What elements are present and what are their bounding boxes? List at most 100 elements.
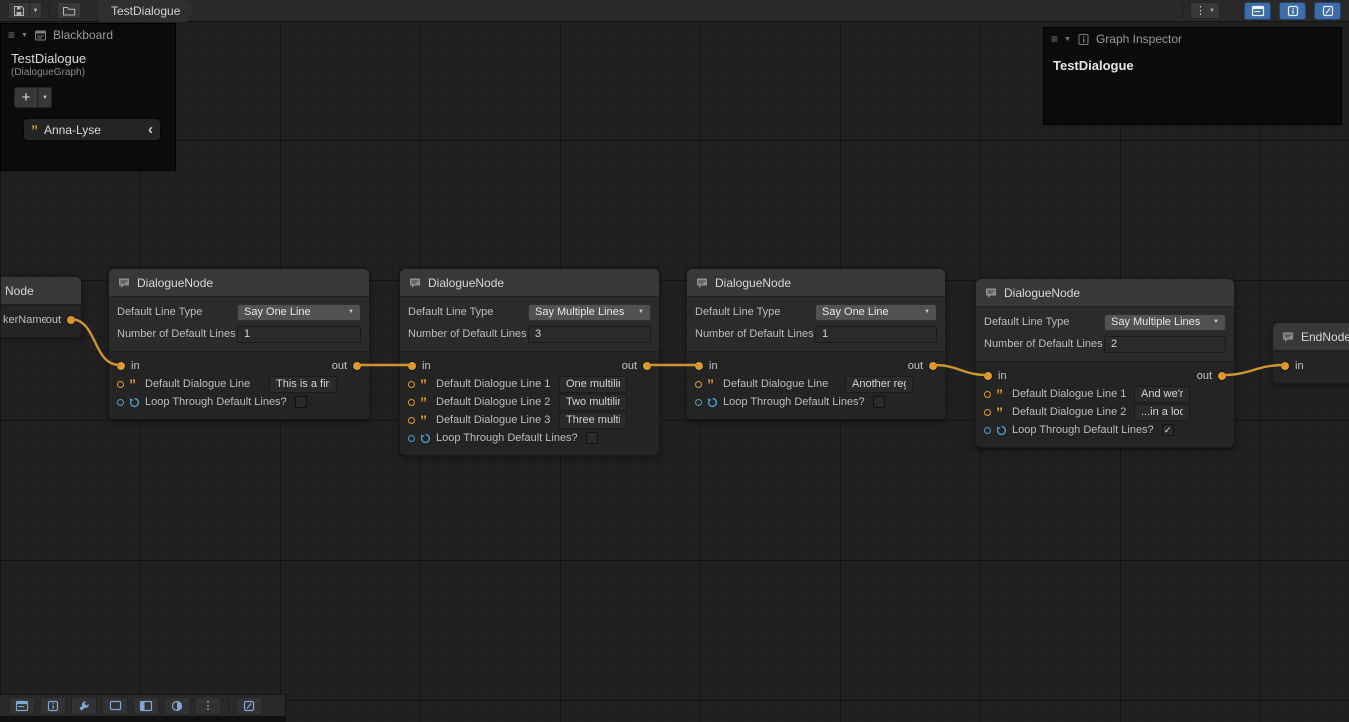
in-port-dot[interactable] (408, 362, 416, 370)
dialogue-line-field[interactable]: This is a first (269, 376, 337, 393)
start-node-partial[interactable]: Node kerName out (0, 276, 82, 338)
loop-checkbox[interactable] (873, 396, 885, 408)
panel-button[interactable] (133, 697, 159, 715)
dialogue-line-field[interactable]: Two multiline (559, 394, 627, 411)
loop-icon (420, 433, 431, 444)
out-port-dot[interactable] (353, 362, 361, 370)
line-type-dropdown[interactable]: Say Multiple Lines ▼ (1104, 314, 1226, 331)
in-port[interactable]: in (408, 360, 431, 372)
out-port-dot[interactable] (929, 362, 937, 370)
out-port[interactable]: out (908, 360, 937, 372)
more-tools-button[interactable]: ⋮ (195, 697, 221, 715)
inspector-tool-button[interactable] (40, 697, 66, 715)
out-port-label: out (332, 360, 347, 372)
preview-button[interactable] (164, 697, 190, 715)
count-field[interactable]: 1 (815, 326, 937, 343)
in-port[interactable]: in (1281, 360, 1304, 372)
count-field[interactable]: 3 (528, 326, 651, 343)
line-type-value: Say Multiple Lines (1111, 316, 1209, 328)
collapse-icon[interactable]: ▼ (21, 32, 28, 39)
node-properties: Default Line Type Say Multiple Lines ▼ N… (400, 297, 659, 351)
toggle-inspector-button[interactable] (1279, 2, 1306, 20)
out-port[interactable]: out (1197, 370, 1226, 382)
save-dropdown-button[interactable]: ▼ (29, 2, 42, 19)
dialogue-node-2[interactable]: DialogueNode Default Line Type Say Multi… (399, 268, 660, 456)
count-field[interactable]: 1 (237, 326, 361, 343)
out-port[interactable]: out (46, 314, 75, 326)
loop-port-dot[interactable] (695, 399, 702, 406)
count-value: 1 (822, 328, 828, 340)
loop-checkbox[interactable] (295, 396, 307, 408)
dialogue-node-1[interactable]: DialogueNode Default Line Type Say One L… (108, 268, 370, 420)
line-port-dot[interactable] (984, 391, 991, 398)
blackboard-field[interactable]: ” Anna-Lyse ‹ (23, 118, 161, 141)
out-port-dot[interactable] (643, 362, 651, 370)
line-type-label: Default Line Type (984, 316, 1104, 328)
node-port-area: in out ” Default Dialogue Line This is a… (109, 351, 369, 419)
count-field[interactable]: 2 (1104, 336, 1226, 353)
out-port-dot[interactable] (1218, 372, 1226, 380)
line-type-dropdown[interactable]: Say Multiple Lines ▼ (528, 304, 651, 321)
dialogue-node-4[interactable]: DialogueNode Default Line Type Say Multi… (975, 278, 1235, 448)
node-title[interactable]: DialogueNode (976, 279, 1234, 307)
save-button[interactable] (8, 2, 29, 19)
graph-canvas[interactable]: Node kerName out DialogueNode Default Li… (0, 0, 1349, 722)
in-port-dot[interactable] (1281, 362, 1289, 370)
save-icon (13, 5, 25, 17)
toggle-blackboard-button[interactable] (1244, 2, 1271, 20)
dialogue-node-3[interactable]: DialogueNode Default Line Type Say One L… (686, 268, 946, 420)
in-port-dot[interactable] (117, 362, 125, 370)
out-port[interactable]: out (622, 360, 651, 372)
out-port[interactable]: out (332, 360, 361, 372)
loop-port-dot[interactable] (408, 435, 415, 442)
tools-button[interactable] (71, 697, 97, 715)
count-label: Number of Default Lines (408, 328, 528, 340)
node-title[interactable]: DialogueNode (109, 269, 369, 297)
in-port[interactable]: in (984, 370, 1007, 382)
loop-row: Loop Through Default Lines? (109, 393, 369, 411)
in-port-dot[interactable] (695, 362, 703, 370)
dialogue-line-field[interactable]: ...in a loop (1134, 404, 1190, 421)
menu-icon[interactable]: ≡ (1051, 32, 1058, 46)
add-variable-dropdown[interactable]: ▼ (38, 87, 52, 108)
in-port[interactable]: in (695, 360, 718, 372)
loop-port-dot[interactable] (117, 399, 124, 406)
line-type-dropdown[interactable]: Say One Line ▼ (237, 304, 361, 321)
line-port-dot[interactable] (408, 381, 415, 388)
blackboard-graph-name: TestDialogue (11, 51, 175, 66)
breadcrumb[interactable]: TestDialogue (99, 0, 186, 22)
add-variable-button[interactable]: + (14, 87, 38, 108)
toggle-preview-button[interactable] (1314, 2, 1341, 20)
code-preview-button[interactable] (236, 697, 262, 715)
out-port-dot[interactable] (67, 316, 75, 324)
menu-icon[interactable]: ≡ (8, 28, 15, 42)
in-port-dot[interactable] (984, 372, 992, 380)
chevron-left-icon[interactable]: ‹ (148, 121, 153, 138)
node-title[interactable]: EndNode (1273, 323, 1349, 351)
more-options-button[interactable]: ⋮ ▼ (1190, 2, 1220, 19)
frame-button[interactable] (102, 697, 128, 715)
loop-checkbox[interactable]: ✓ (1162, 424, 1174, 436)
end-node[interactable]: EndNode in (1272, 322, 1349, 384)
dialogue-line-field[interactable]: Another regu (845, 376, 913, 393)
dialogue-line-field[interactable]: And we're... (1134, 386, 1190, 403)
dialogue-line-field[interactable]: Three multili (559, 412, 627, 429)
collapse-icon[interactable]: ▼ (1064, 36, 1071, 43)
node-title[interactable]: Node (1, 277, 81, 305)
dialogue-line-field[interactable]: One multiline (559, 376, 627, 393)
loop-checkbox[interactable] (586, 432, 598, 444)
blackboard-field-name: Anna-Lyse (44, 123, 142, 137)
loop-port-dot[interactable] (984, 427, 991, 434)
kebab-icon: ⋮ (1195, 4, 1206, 17)
line-port-dot[interactable] (695, 381, 702, 388)
line-port-dot[interactable] (117, 381, 124, 388)
line-type-dropdown[interactable]: Say One Line ▼ (815, 304, 937, 321)
open-asset-button[interactable] (57, 2, 81, 19)
line-port-dot[interactable] (408, 417, 415, 424)
line-port-dot[interactable] (408, 399, 415, 406)
line-port-dot[interactable] (984, 409, 991, 416)
node-title[interactable]: DialogueNode (400, 269, 659, 297)
in-port[interactable]: in (117, 360, 140, 372)
blackboard-tool-button[interactable] (9, 697, 35, 715)
node-title[interactable]: DialogueNode (687, 269, 945, 297)
